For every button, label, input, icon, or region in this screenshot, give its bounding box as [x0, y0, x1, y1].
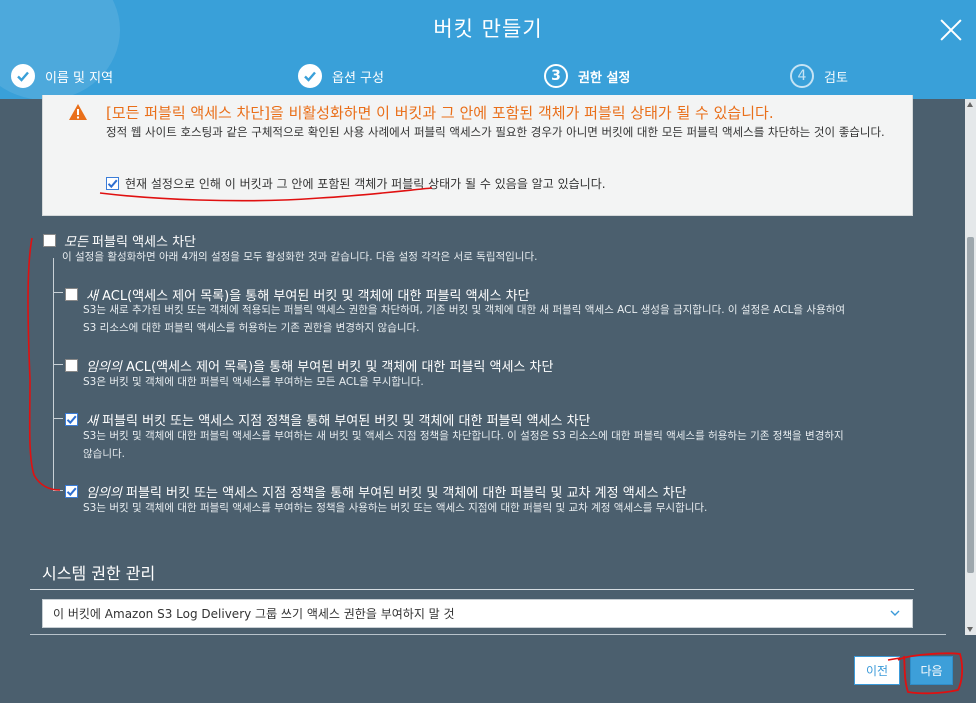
- system-permissions-title: 시스템 권한 관리: [42, 564, 156, 583]
- step-label: 권한 설정: [578, 70, 631, 86]
- footer-divider: [30, 634, 946, 635]
- option-new-policy-checkbox[interactable]: [65, 413, 78, 426]
- check-circle-icon: [298, 64, 322, 88]
- step-1[interactable]: 이름 및 지역: [11, 63, 113, 89]
- checkmark-icon: [107, 179, 118, 189]
- divider: [30, 589, 914, 590]
- modal-header: 버킷 만들기 이름 및 지역 옵션 구성 3 권한 설정 4 검토: [0, 0, 976, 99]
- step-label: 이름 및 지역: [45, 70, 114, 86]
- scrollbar-thumb[interactable]: [967, 237, 974, 573]
- next-button[interactable]: 다음: [910, 656, 953, 685]
- option-new-acl-checkbox[interactable]: [65, 288, 78, 301]
- step-3[interactable]: 3 권한 설정: [544, 63, 630, 89]
- block-all-checkbox[interactable]: [43, 234, 56, 247]
- step-2[interactable]: 옵션 구성: [298, 63, 384, 89]
- warning-box: [모든 퍼블릭 액세스 차단]을 비활성화하면 이 버킷과 그 안에 포함된 객…: [42, 95, 913, 216]
- modal-title: 버킷 만들기: [433, 17, 543, 41]
- block-all-description: 이 설정을 활성화하면 아래 4개의 설정을 모두 활성화한 것과 같습니다. …: [62, 251, 538, 263]
- previous-button[interactable]: 이전: [854, 656, 900, 685]
- acknowledge-row[interactable]: 현재 설정으로 인해 이 버킷과 그 안에 포함된 객체가 퍼블릭 상태가 될 …: [106, 175, 606, 192]
- checkmark-icon: [66, 415, 77, 425]
- acknowledge-checkbox[interactable]: [106, 177, 119, 190]
- check-circle-icon: [11, 64, 35, 88]
- option-new-acl-description: S3는 새로 추가된 버킷 또는 객체에 적용되는 퍼블릭 액세스 권한을 차단…: [83, 304, 846, 334]
- tree-branch: [53, 418, 63, 419]
- acknowledge-label: 현재 설정으로 인해 이 버킷과 그 안에 포함된 객체가 퍼블릭 상태가 될 …: [125, 177, 606, 191]
- close-icon[interactable]: [938, 17, 964, 43]
- step-number: 3: [544, 64, 568, 88]
- option-any-policy-description: S3는 버킷 및 객체에 대한 퍼블릭 액세스를 부여하는 정책을 사용하는 버…: [83, 502, 708, 514]
- log-delivery-select[interactable]: 이 버킷에 Amazon S3 Log Delivery 그룹 쓰기 액세스 권…: [42, 599, 913, 628]
- tree-branch: [53, 490, 63, 491]
- select-value: 이 버킷에 Amazon S3 Log Delivery 그룹 쓰기 액세스 권…: [53, 607, 455, 621]
- step-label: 옵션 구성: [332, 70, 384, 86]
- warning-description: 정적 웹 사이트 호스팅과 같은 구체적으로 확인된 사용 사례에서 퍼블릭 액…: [106, 125, 885, 139]
- option-any-policy-checkbox[interactable]: [65, 485, 78, 498]
- step-4[interactable]: 4 검토: [790, 63, 848, 89]
- tree-branch: [53, 364, 63, 365]
- checkmark-icon: [66, 487, 77, 497]
- step-number: 4: [790, 64, 814, 88]
- scroll-up-icon[interactable]: [967, 102, 973, 107]
- scrollbar[interactable]: [965, 99, 976, 635]
- warning-headline: [모든 퍼블릭 액세스 차단]을 비활성화하면 이 버킷과 그 안에 포함된 객…: [106, 104, 774, 122]
- tree-branch: [53, 292, 63, 293]
- option-any-acl-checkbox[interactable]: [65, 359, 78, 372]
- option-new-policy-description: S3는 버킷 및 객체에 대한 퍼블릭 액세스를 부여하는 새 버킷 및 액세스…: [83, 430, 844, 460]
- step-label: 검토: [824, 70, 848, 86]
- warning-icon: [69, 104, 87, 120]
- option-any-acl-description: S3은 버킷 및 객체에 대한 퍼블릭 액세스를 부여하는 모든 ACL을 무시…: [83, 376, 424, 388]
- chevron-down-icon: [890, 610, 900, 616]
- scroll-down-icon[interactable]: [967, 627, 973, 632]
